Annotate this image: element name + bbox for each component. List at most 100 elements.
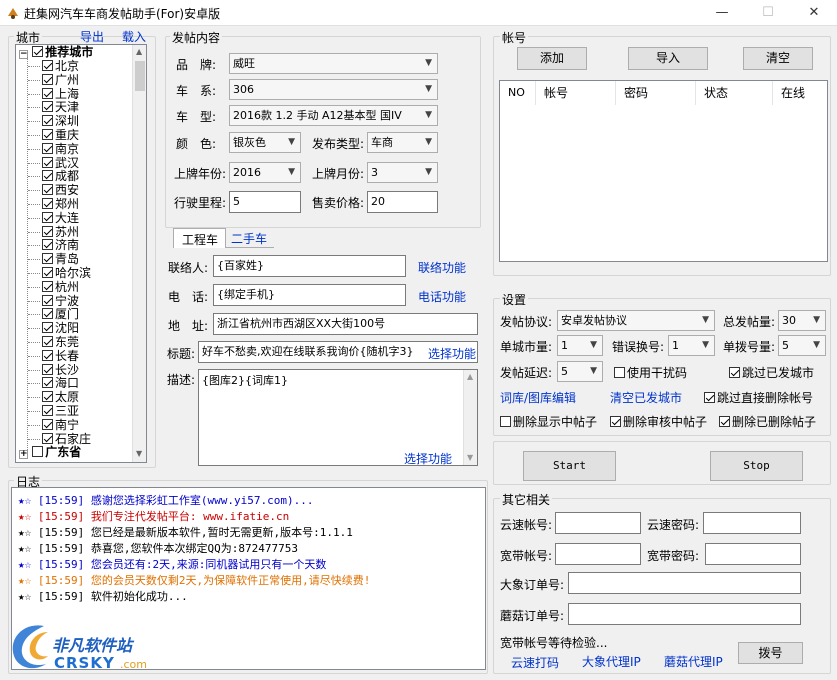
city-checkbox[interactable]: [42, 308, 53, 320]
city-checkbox[interactable]: [42, 211, 53, 223]
mg-proxy-link[interactable]: 蘑菇代理IP: [664, 653, 723, 670]
city-checkbox[interactable]: [42, 198, 53, 209]
title-function-link[interactable]: 选择功能: [428, 345, 477, 362]
color-select[interactable]: 银灰色 ▼: [229, 132, 301, 153]
account-table[interactable]: NO 帐号 密码 状态 在线: [499, 80, 828, 262]
city-item[interactable]: 石家庄: [28, 432, 91, 446]
city-checkbox[interactable]: [42, 267, 53, 278]
city-item[interactable]: 东莞: [28, 335, 79, 349]
dial-button[interactable]: 拨号: [738, 642, 803, 664]
city-item[interactable]: 苏州: [28, 225, 79, 239]
scroll-down-icon[interactable]: ▼: [136, 449, 142, 458]
description-function-link[interactable]: 选择功能: [404, 450, 452, 467]
city-item[interactable]: 杭州: [28, 280, 79, 294]
start-button[interactable]: Start: [523, 451, 616, 481]
contact-input[interactable]: {百家姓}: [213, 255, 406, 277]
delete-deleted-checkbox[interactable]: 删除已删除帖子: [719, 413, 816, 430]
city-item[interactable]: 济南: [28, 238, 79, 252]
kd-account-input[interactable]: [555, 543, 641, 565]
city-checkbox[interactable]: [42, 129, 53, 140]
expand-icon[interactable]: +: [19, 450, 28, 460]
city-item[interactable]: 三亚: [28, 404, 79, 418]
root-checkbox[interactable]: [32, 46, 44, 57]
captcha-checkbox[interactable]: 使用干扰码: [614, 364, 687, 381]
city-checkbox[interactable]: [42, 60, 53, 71]
city-item[interactable]: 成都: [28, 169, 79, 183]
column-header[interactable]: 密码: [616, 81, 696, 105]
scroll-up-icon[interactable]: ▲: [136, 47, 142, 56]
city-checkbox[interactable]: [42, 170, 53, 182]
city-checkbox[interactable]: [42, 115, 53, 127]
city-item[interactable]: 宁波: [28, 294, 79, 308]
delete-shown-checkbox[interactable]: 删除显示中帖子: [500, 413, 597, 430]
city-item[interactable]: 天津: [28, 100, 79, 114]
city-item[interactable]: 南宁: [28, 418, 79, 432]
city-checkbox[interactable]: [42, 322, 53, 334]
ys-captcha-link[interactable]: 云速打码: [511, 654, 559, 671]
dx-order-input[interactable]: [568, 572, 801, 594]
tab-engineering[interactable]: 工程车: [173, 228, 226, 248]
city-item[interactable]: 北京: [28, 59, 79, 73]
column-header[interactable]: 帐号: [536, 81, 616, 105]
dx-proxy-link[interactable]: 大象代理IP: [582, 653, 641, 670]
city-checkbox[interactable]: [42, 294, 53, 306]
city-item[interactable]: 海口: [28, 376, 79, 390]
city-checkbox[interactable]: [42, 142, 53, 154]
city-item[interactable]: 哈尔滨: [28, 266, 91, 280]
skip-delete-checkbox[interactable]: 跳过直接删除帐号: [704, 389, 813, 406]
city-checkbox[interactable]: [42, 280, 53, 292]
city-item[interactable]: 大连: [28, 211, 79, 225]
city-checkbox[interactable]: [42, 432, 53, 444]
tree-scrollbar[interactable]: ▲ ▼: [132, 45, 146, 462]
city-item[interactable]: 沈阳: [28, 321, 79, 335]
group-checkbox[interactable]: [32, 446, 44, 458]
city-checkbox[interactable]: [42, 184, 53, 196]
maximize-button[interactable]: ☐: [745, 0, 791, 26]
brand-select[interactable]: 威旺 ▼: [229, 53, 438, 74]
per-dial-select[interactable]: 5 ▼: [778, 335, 826, 356]
close-button[interactable]: ✕: [791, 0, 837, 26]
city-checkbox[interactable]: [42, 156, 53, 168]
city-item[interactable]: 长沙: [28, 363, 79, 377]
city-item[interactable]: 厦门: [28, 307, 79, 321]
tree-root[interactable]: − 推荐城市: [19, 45, 93, 59]
city-item[interactable]: 青岛: [28, 252, 79, 266]
city-tree[interactable]: − 推荐城市 ▲ ▼ 北京 广州 上海 天津 深圳 重庆 南京 武汉 成都 西安 郑州 大连 苏州 济南青…: [15, 44, 147, 463]
column-header[interactable]: 在线: [773, 81, 827, 105]
year-select[interactable]: 2016 ▼: [229, 162, 301, 183]
city-checkbox[interactable]: [42, 336, 53, 347]
scroll-thumb[interactable]: [135, 61, 145, 91]
total-posts-select[interactable]: 30 ▼: [778, 310, 826, 331]
kd-password-input[interactable]: [705, 543, 801, 565]
city-checkbox[interactable]: [42, 101, 53, 113]
city-item[interactable]: 南京: [28, 142, 79, 156]
city-checkbox[interactable]: [42, 73, 53, 85]
city-item[interactable]: 长春: [28, 349, 79, 363]
city-checkbox[interactable]: [42, 239, 53, 251]
model-select[interactable]: 2016款 1.2 手动 A12基本型 国IV ▼: [229, 105, 438, 126]
type-select[interactable]: 车商 ▼: [367, 132, 438, 153]
city-checkbox[interactable]: [42, 377, 53, 389]
city-item[interactable]: 西安: [28, 183, 79, 197]
contact-function-link[interactable]: 联络功能: [418, 259, 466, 276]
ys-password-input[interactable]: [703, 512, 801, 534]
month-select[interactable]: 3 ▼: [367, 162, 438, 183]
column-header[interactable]: NO: [500, 81, 536, 105]
city-checkbox[interactable]: [42, 87, 53, 99]
minimize-button[interactable]: —: [699, 0, 745, 26]
city-item[interactable]: 郑州: [28, 197, 79, 211]
skip-sent-checkbox[interactable]: 跳过已发城市: [729, 364, 814, 381]
protocol-select[interactable]: 安卓发帖协议 ▼: [557, 310, 715, 331]
delay-select[interactable]: 5 ▼: [557, 361, 603, 382]
error-switch-select[interactable]: 1 ▼: [668, 335, 715, 356]
tab-used-car[interactable]: 二手车: [226, 228, 274, 248]
city-checkbox[interactable]: [42, 405, 53, 416]
city-item[interactable]: 武汉: [28, 156, 79, 170]
city-item[interactable]: 广州: [28, 73, 79, 87]
city-item[interactable]: 上海: [28, 87, 79, 101]
phone-input[interactable]: {绑定手机}: [213, 284, 406, 306]
ys-account-input[interactable]: [555, 512, 641, 534]
add-account-button[interactable]: 添加: [517, 47, 587, 70]
per-city-select[interactable]: 1 ▼: [557, 335, 603, 356]
address-input[interactable]: 浙江省杭州市西湖区XX大街100号: [213, 313, 478, 335]
